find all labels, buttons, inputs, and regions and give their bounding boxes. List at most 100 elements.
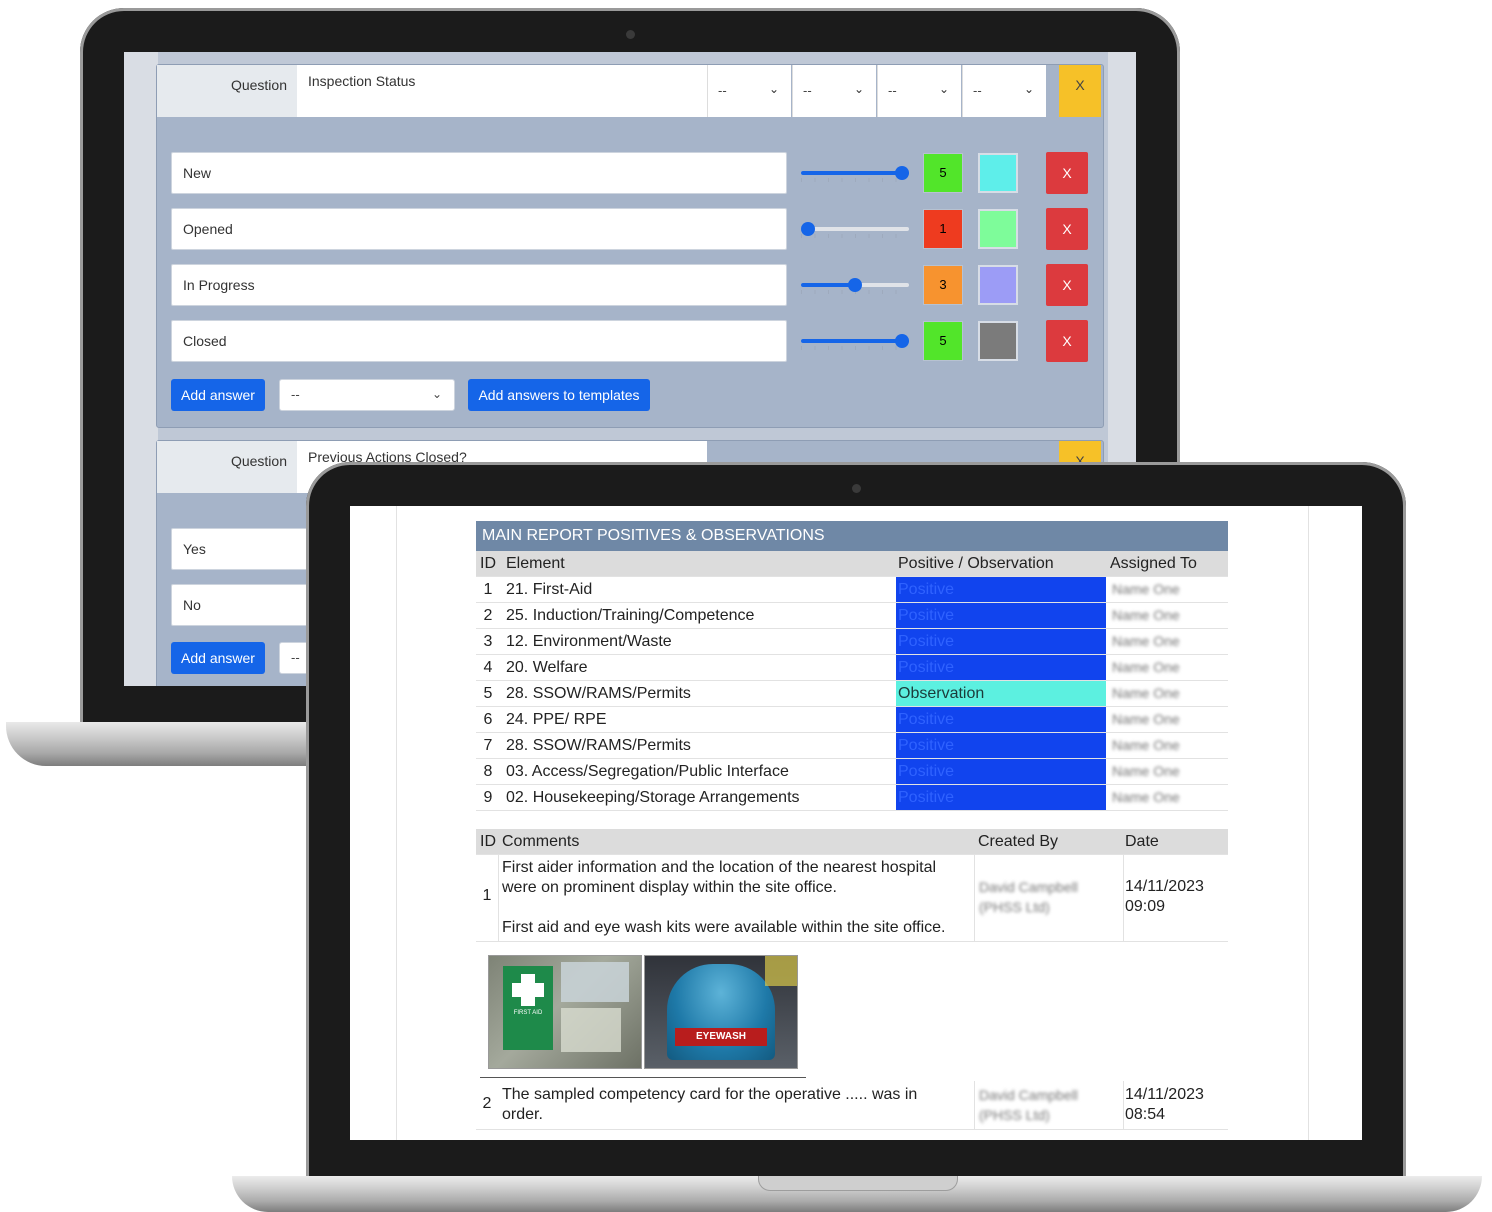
header-id: ID (480, 555, 496, 572)
page-border-left (396, 506, 397, 1140)
row-type: Positive (896, 577, 1106, 602)
slider-thumb[interactable] (895, 334, 909, 348)
answer-input[interactable]: In Progress (171, 264, 787, 306)
comment-line: The sampled competency card for the oper… (502, 1086, 918, 1103)
time-value: 09:09 (1125, 898, 1166, 915)
row-type: Positive (896, 759, 1106, 784)
page-border-right (1308, 506, 1309, 1140)
comment-id: 2 (482, 1095, 492, 1112)
comment-date: 14/11/2023 09:09 (1125, 877, 1204, 917)
date-value: 14/11/2023 (1125, 878, 1204, 895)
answer-color-swatch[interactable] (978, 321, 1018, 361)
slider-thumb[interactable] (848, 278, 862, 292)
question-select-2[interactable]: -- ⌄ (792, 65, 876, 117)
select-value: -- (291, 650, 300, 665)
created-by-company: (PHSS Ltd) (979, 899, 1050, 915)
chevron-down-icon: ⌄ (938, 82, 949, 96)
question-card-inspection-status: Question Inspection Status -- ⌄ -- ⌄ -- ⌄ -… (156, 64, 1104, 428)
eyewash-label: EYEWASH (675, 1028, 767, 1046)
answer-score-slider[interactable] (801, 331, 909, 351)
row-type: Positive (896, 733, 1106, 758)
table-row: 7 28. SSOW/RAMS/Permits Positive Name One (476, 733, 1228, 759)
table-row: 8 03. Access/Segregation/Public Interface… (476, 759, 1228, 785)
remove-answer-button[interactable]: X (1046, 320, 1088, 362)
answer-score-box: 3 (923, 265, 963, 305)
question-select-3[interactable]: -- ⌄ (877, 65, 961, 117)
select-value: -- (803, 83, 812, 98)
header-element: Element (506, 555, 565, 572)
answer-score-box: 1 (923, 209, 963, 249)
row-id: 7 (483, 737, 493, 754)
answer-score-box: 5 (923, 321, 963, 361)
answer-color-swatch[interactable] (978, 153, 1018, 193)
question-select-1[interactable]: -- ⌄ (707, 65, 791, 117)
row-type: Positive (896, 655, 1106, 680)
answer-score-slider[interactable] (801, 275, 909, 295)
answer-score-slider[interactable] (801, 219, 909, 239)
header-date: Date (1125, 833, 1159, 850)
row-type: Positive (896, 603, 1106, 628)
answer-input[interactable]: Closed (171, 320, 787, 362)
question-select-4[interactable]: -- ⌄ (962, 65, 1046, 117)
add-answers-to-templates-button[interactable]: Add answers to templates (468, 379, 650, 411)
chevron-down-icon: ⌄ (768, 82, 779, 96)
row-type: Observation (896, 681, 1106, 706)
row-id: 4 (483, 659, 493, 676)
row-id: 2 (483, 607, 493, 624)
slider-thumb[interactable] (895, 166, 909, 180)
slider-thumb[interactable] (801, 222, 815, 236)
row-id: 6 (483, 711, 493, 728)
eyewash-kit-photo[interactable]: EYEWASH (644, 955, 798, 1069)
comment-text: First aider information and the location… (502, 858, 972, 938)
select-value: -- (888, 83, 897, 98)
row-assigned-to: Name One (1112, 789, 1180, 805)
remove-answer-button[interactable]: X (1046, 264, 1088, 306)
comment-row: 2 The sampled competency card for the op… (476, 1081, 1228, 1130)
row-assigned-to: Name One (1112, 581, 1180, 597)
remove-answer-button[interactable]: X (1046, 208, 1088, 250)
row-assigned-to: Name One (1112, 685, 1180, 701)
table-row: 2 25. Induction/Training/Competence Positi… (476, 603, 1228, 629)
question-label: Question (157, 65, 297, 117)
table-row: 5 28. SSOW/RAMS/Permits Observation Name On… (476, 681, 1228, 707)
positives-observations-table: ID Element Positive / Observation Assign… (476, 551, 1228, 813)
row-id: 8 (483, 763, 493, 780)
header-assigned-to: Assigned To (1110, 555, 1197, 572)
comment-row: 1 First aider information and the locati… (476, 855, 1228, 942)
row-id: 3 (483, 633, 493, 650)
row-element: 12. Environment/Waste (506, 633, 672, 650)
question-text-input[interactable]: Inspection Status (297, 65, 707, 117)
row-assigned-to: Name One (1112, 633, 1180, 649)
answer-score-box: 5 (923, 153, 963, 193)
date-value: 14/11/2023 (1125, 1086, 1204, 1103)
answer-score-slider[interactable] (801, 163, 909, 183)
row-element: 28. SSOW/RAMS/Permits (506, 685, 691, 702)
add-answer-button[interactable]: Add answer (171, 642, 265, 674)
remove-answer-button[interactable]: X (1046, 152, 1088, 194)
chevron-down-icon: ⌄ (1023, 82, 1034, 96)
row-assigned-to: Name One (1112, 659, 1180, 675)
answer-color-swatch[interactable] (978, 265, 1018, 305)
comment-line: were on prominent display within the sit… (502, 879, 837, 896)
report-section-title: MAIN REPORT POSITIVES & OBSERVATIONS (476, 521, 1228, 551)
row-element: 21. First-Aid (506, 581, 593, 598)
row-assigned-to: Name One (1112, 711, 1180, 727)
comments-header-row: ID Comments Created By Date (476, 829, 1228, 855)
front-laptop-camera (852, 484, 861, 493)
comments-table: ID Comments Created By Date 1 First aide… (476, 829, 1228, 1135)
comment-line: First aid and eye wash kits were availab… (502, 919, 946, 936)
created-by-name: David Campbell (979, 1087, 1078, 1103)
add-answer-button[interactable]: Add answer (171, 379, 265, 411)
answer-color-swatch[interactable] (978, 209, 1018, 249)
first-aid-sign-photo[interactable]: FIRST AID (488, 955, 642, 1069)
remove-question-button[interactable]: X (1059, 65, 1101, 117)
header-id: ID (480, 833, 496, 850)
answer-template-select[interactable]: -- ⌄ (279, 379, 455, 411)
table-row: 1 21. First-Aid Positive Name One (476, 577, 1228, 603)
back-laptop-camera (626, 30, 635, 39)
row-assigned-to: Name One (1112, 737, 1180, 753)
answer-input[interactable]: Opened (171, 208, 787, 250)
row-element: 24. PPE/ RPE (506, 711, 607, 728)
answer-input[interactable]: New (171, 152, 787, 194)
table-header-row: ID Element Positive / Observation Assign… (476, 551, 1228, 577)
